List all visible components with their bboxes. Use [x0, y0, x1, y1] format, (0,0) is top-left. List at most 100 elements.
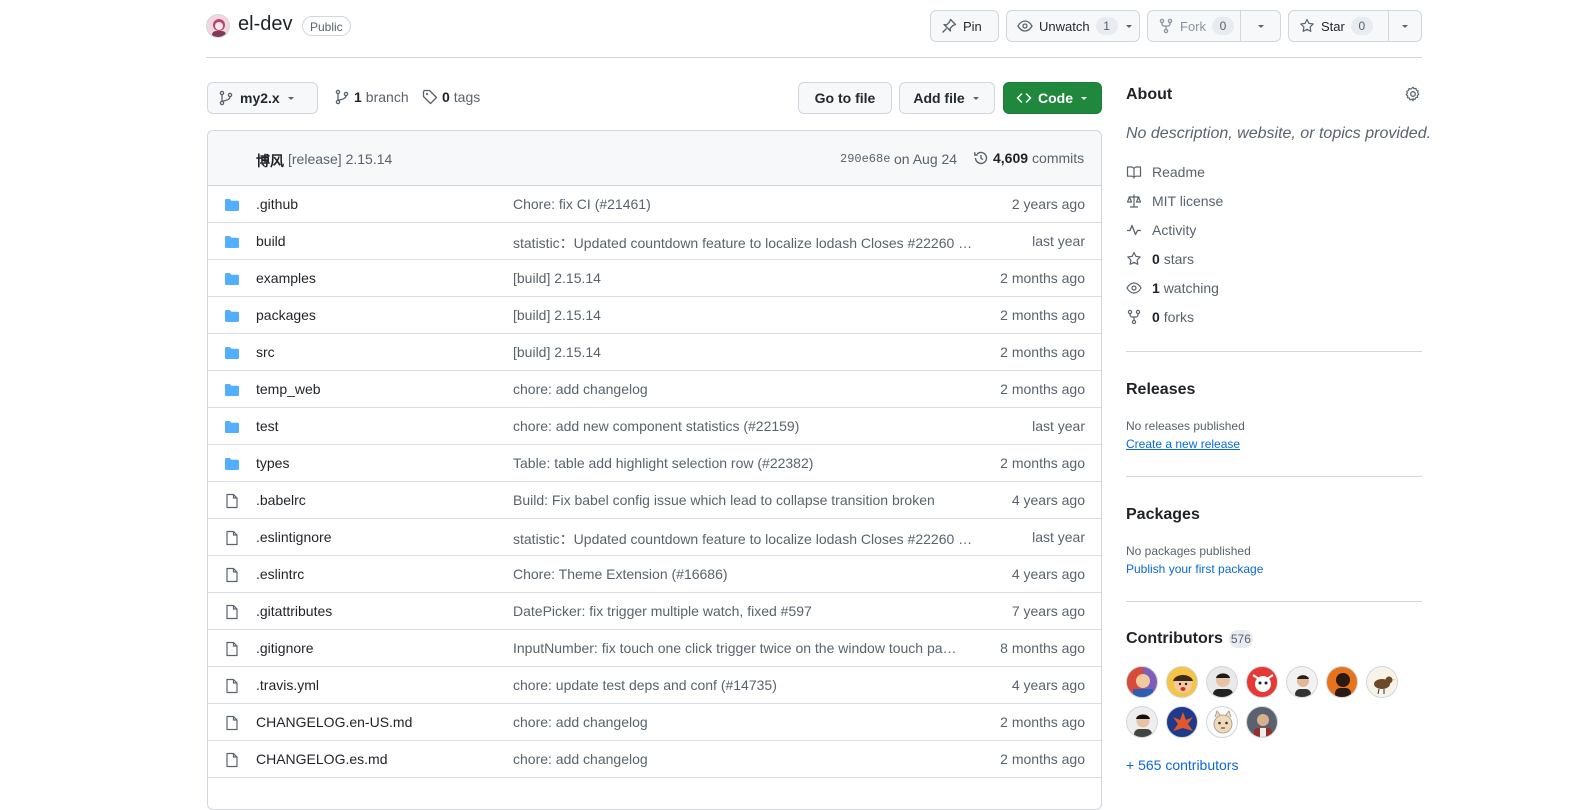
file-row[interactable]: CHANGELOG.es.md chore: add changelog 2 mon… — [208, 741, 1101, 778]
fork-button[interactable]: Fork 0 — [1147, 10, 1241, 42]
file-commit-message[interactable]: [build] 2.15.14 — [513, 307, 973, 323]
file-commit-message[interactable]: InputNumber: fix touch one click trigger… — [513, 640, 973, 656]
unwatch-button[interactable]: Unwatch 1 — [1006, 10, 1140, 42]
file-row[interactable]: temp_web chore: add changelog 2 months ago — [208, 371, 1101, 408]
file-row[interactable]: .travis.yml chore: update test deps and c… — [208, 667, 1101, 704]
forks-link[interactable]: 0 forks — [1126, 309, 1194, 325]
packages-heading[interactable]: Packages — [1126, 506, 1200, 524]
file-commit-message[interactable]: chore: add changelog — [513, 714, 973, 730]
create-release-link[interactable]: Create a new release — [1126, 437, 1240, 451]
fork-icon — [1158, 18, 1174, 34]
file-commit-message[interactable]: DatePicker: fix trigger multiple watch, … — [513, 603, 973, 619]
file-row[interactable]: src [build] 2.15.14 2 months ago — [208, 334, 1101, 371]
code-button[interactable]: Code — [1003, 82, 1102, 114]
publish-package-link[interactable]: Publish your first package — [1126, 562, 1263, 576]
file-row[interactable]: examples [build] 2.15.14 2 months ago — [208, 260, 1101, 297]
file-name[interactable]: CHANGELOG.en-US.md — [256, 714, 412, 730]
contributor-avatar[interactable] — [1286, 666, 1318, 698]
file-commit-message[interactable]: chore: add changelog — [513, 381, 973, 397]
contributor-avatar[interactable] — [1126, 666, 1158, 698]
file-name[interactable]: .eslintrc — [256, 566, 304, 582]
file-name[interactable]: .github — [256, 196, 298, 212]
file-name[interactable]: src — [256, 344, 275, 360]
chevron-down-icon — [1400, 21, 1410, 31]
file-row[interactable]: build statistic：Updated countdown feature… — [208, 223, 1101, 260]
commit-message[interactable]: [release] 2.15.14 — [288, 151, 392, 167]
file-commit-message[interactable]: statistic：Updated countdown feature to l… — [513, 529, 973, 549]
branch-count: 1 — [354, 89, 362, 105]
star-dropdown-button[interactable] — [1388, 10, 1422, 42]
contributors-heading[interactable]: Contributors 576 — [1126, 630, 1253, 648]
file-name[interactable]: .babelrc — [256, 492, 306, 508]
pin-button[interactable]: Pin — [930, 10, 999, 42]
contributor-avatar[interactable] — [1166, 666, 1198, 698]
star-icon — [1126, 251, 1142, 267]
file-row[interactable]: packages [build] 2.15.14 2 months ago — [208, 297, 1101, 334]
file-name[interactable]: examples — [256, 270, 316, 286]
repo-name[interactable]: el-dev — [238, 13, 292, 36]
go-to-file-button[interactable]: Go to file — [798, 82, 892, 114]
commit-author[interactable]: 博风 — [256, 151, 284, 171]
file-name[interactable]: temp_web — [256, 381, 321, 397]
contributor-avatar[interactable] — [1366, 666, 1398, 698]
tag-icon — [422, 89, 438, 105]
file-name[interactable]: CHANGELOG.es.md — [256, 751, 387, 767]
license-link[interactable]: MIT license — [1126, 193, 1223, 209]
fork-icon — [1126, 309, 1142, 325]
contributor-avatar[interactable] — [1206, 706, 1238, 738]
contributor-avatar[interactable] — [1246, 666, 1278, 698]
file-commit-message[interactable]: [build] 2.15.14 — [513, 344, 973, 360]
file-name[interactable]: build — [256, 233, 286, 249]
file-commit-message[interactable]: Build: Fix babel config issue which lead… — [513, 492, 973, 508]
file-row[interactable]: .github Chore: fix CI (#21461) 2 years ago — [208, 186, 1101, 223]
file-row[interactable]: CHANGELOG.en-US.md chore: add changelog 2 … — [208, 704, 1101, 741]
file-name[interactable]: .gitignore — [256, 640, 314, 656]
file-row[interactable]: .babelrc Build: Fix babel config issue wh… — [208, 482, 1101, 519]
file-commit-message[interactable]: chore: add new component statistics (#22… — [513, 418, 973, 434]
file-name[interactable]: .travis.yml — [256, 677, 319, 693]
star-button[interactable]: Star 0 — [1288, 10, 1389, 42]
file-commit-message[interactable]: [build] 2.15.14 — [513, 270, 973, 286]
file-commit-message[interactable]: Chore: fix CI (#21461) — [513, 196, 973, 212]
contributor-avatar[interactable] — [1126, 706, 1158, 738]
activity-link[interactable]: Activity — [1126, 222, 1196, 238]
file-commit-message[interactable]: chore: update test deps and conf (#14735… — [513, 677, 973, 693]
file-name[interactable]: .gitattributes — [256, 603, 332, 619]
commit-sha[interactable]: 290e68e — [840, 152, 890, 166]
fork-dropdown-button[interactable] — [1240, 10, 1281, 42]
contributor-avatar[interactable] — [1246, 706, 1278, 738]
add-file-button[interactable]: Add file — [899, 82, 995, 114]
readme-link[interactable]: Readme — [1126, 164, 1205, 180]
file-row[interactable]: test chore: add new component statistics … — [208, 408, 1101, 445]
commits-link[interactable]: 4,609 commits — [973, 150, 1084, 166]
file-name[interactable]: .eslintignore — [256, 529, 332, 545]
stars-link[interactable]: 0 stars — [1126, 251, 1194, 267]
watching-link[interactable]: 1 watching — [1126, 280, 1219, 296]
contributor-avatar[interactable] — [1166, 706, 1198, 738]
file-row[interactable]: .gitattributes DatePicker: fix trigger mu… — [208, 593, 1101, 630]
file-name[interactable]: types — [256, 455, 289, 471]
file-commit-date: 4 years ago — [1011, 677, 1085, 693]
contributor-avatar[interactable] — [1206, 666, 1238, 698]
file-commit-message[interactable]: Table: table add highlight selection row… — [513, 455, 973, 471]
tags-link[interactable]: 0 tags — [422, 89, 480, 105]
branches-link[interactable]: 1 branch — [334, 89, 409, 105]
readme-label: Readme — [1152, 164, 1205, 180]
file-row[interactable]: .eslintignore statistic：Updated countdown… — [208, 519, 1101, 556]
file-name[interactable]: packages — [256, 307, 316, 323]
file-row[interactable]: .eslintrc Chore: Theme Extension (#16686)… — [208, 556, 1101, 593]
file-commit-date: last year — [1032, 418, 1085, 434]
file-name[interactable]: test — [256, 418, 279, 434]
repo-avatar[interactable] — [206, 14, 230, 38]
file-row[interactable]: types Table: table add highlight selectio… — [208, 445, 1101, 482]
branch-select[interactable]: my2.x — [207, 82, 318, 114]
more-contributors-link[interactable]: + 565 contributors — [1126, 757, 1238, 773]
gear-icon[interactable] — [1405, 86, 1421, 105]
contributor-avatar[interactable] — [1326, 666, 1358, 698]
file-row[interactable]: .gitignore InputNumber: fix touch one cli… — [208, 630, 1101, 667]
file-commit-message[interactable]: Chore: Theme Extension (#16686) — [513, 566, 973, 582]
releases-heading[interactable]: Releases — [1126, 381, 1195, 399]
file-commit-message[interactable]: chore: add changelog — [513, 751, 973, 767]
file-commit-message[interactable]: statistic：Updated countdown feature to l… — [513, 233, 973, 253]
folder-icon — [224, 345, 240, 361]
